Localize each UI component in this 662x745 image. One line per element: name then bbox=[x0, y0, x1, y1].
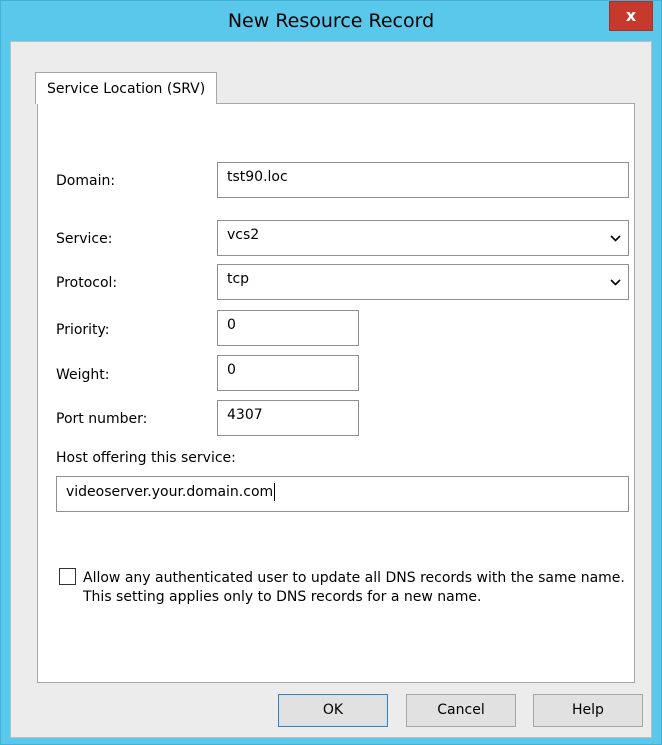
close-button[interactable]: x bbox=[609, 1, 653, 31]
ok-button[interactable]: OK bbox=[278, 694, 388, 727]
allow-update-label: Allow any authenticated user to update a… bbox=[83, 570, 625, 605]
domain-value: tst90.loc bbox=[227, 169, 288, 185]
weight-field[interactable]: 0 bbox=[217, 355, 359, 391]
close-icon: x bbox=[625, 6, 637, 25]
domain-field[interactable]: tst90.loc bbox=[217, 162, 629, 198]
priority-label: Priority: bbox=[56, 322, 110, 338]
help-button[interactable]: Help bbox=[533, 694, 643, 727]
weight-value: 0 bbox=[227, 362, 236, 378]
service-label: Service: bbox=[56, 231, 113, 247]
domain-label: Domain: bbox=[56, 173, 116, 189]
port-label: Port number: bbox=[56, 411, 148, 427]
chevron-down-icon bbox=[610, 279, 621, 286]
tab-service-location[interactable]: Service Location (SRV) bbox=[35, 72, 218, 104]
service-dropdown[interactable]: vcs2 bbox=[217, 220, 629, 256]
cancel-button[interactable]: Cancel bbox=[406, 694, 516, 727]
dialog-window: New Resource Record x Service Location (… bbox=[0, 0, 662, 745]
host-field[interactable]: videoserver.your.domain.com bbox=[56, 476, 629, 512]
port-value: 4307 bbox=[227, 407, 263, 423]
allow-update-checkbox[interactable] bbox=[59, 568, 76, 585]
chevron-down-icon bbox=[610, 235, 621, 242]
dialog-client-area: Service Location (SRV) Domain: tst90.loc… bbox=[10, 41, 652, 738]
text-caret bbox=[274, 483, 276, 501]
host-value: videoserver.your.domain.com bbox=[66, 484, 274, 500]
window-title: New Resource Record bbox=[227, 10, 435, 32]
priority-value: 0 bbox=[227, 317, 236, 333]
weight-label: Weight: bbox=[56, 367, 110, 383]
protocol-value: tcp bbox=[227, 271, 250, 287]
priority-field[interactable]: 0 bbox=[217, 310, 359, 346]
port-field[interactable]: 4307 bbox=[217, 400, 359, 436]
protocol-dropdown[interactable]: tcp bbox=[217, 264, 629, 300]
protocol-label: Protocol: bbox=[56, 275, 118, 291]
service-value: vcs2 bbox=[227, 227, 260, 243]
host-label: Host offering this service: bbox=[56, 450, 236, 466]
